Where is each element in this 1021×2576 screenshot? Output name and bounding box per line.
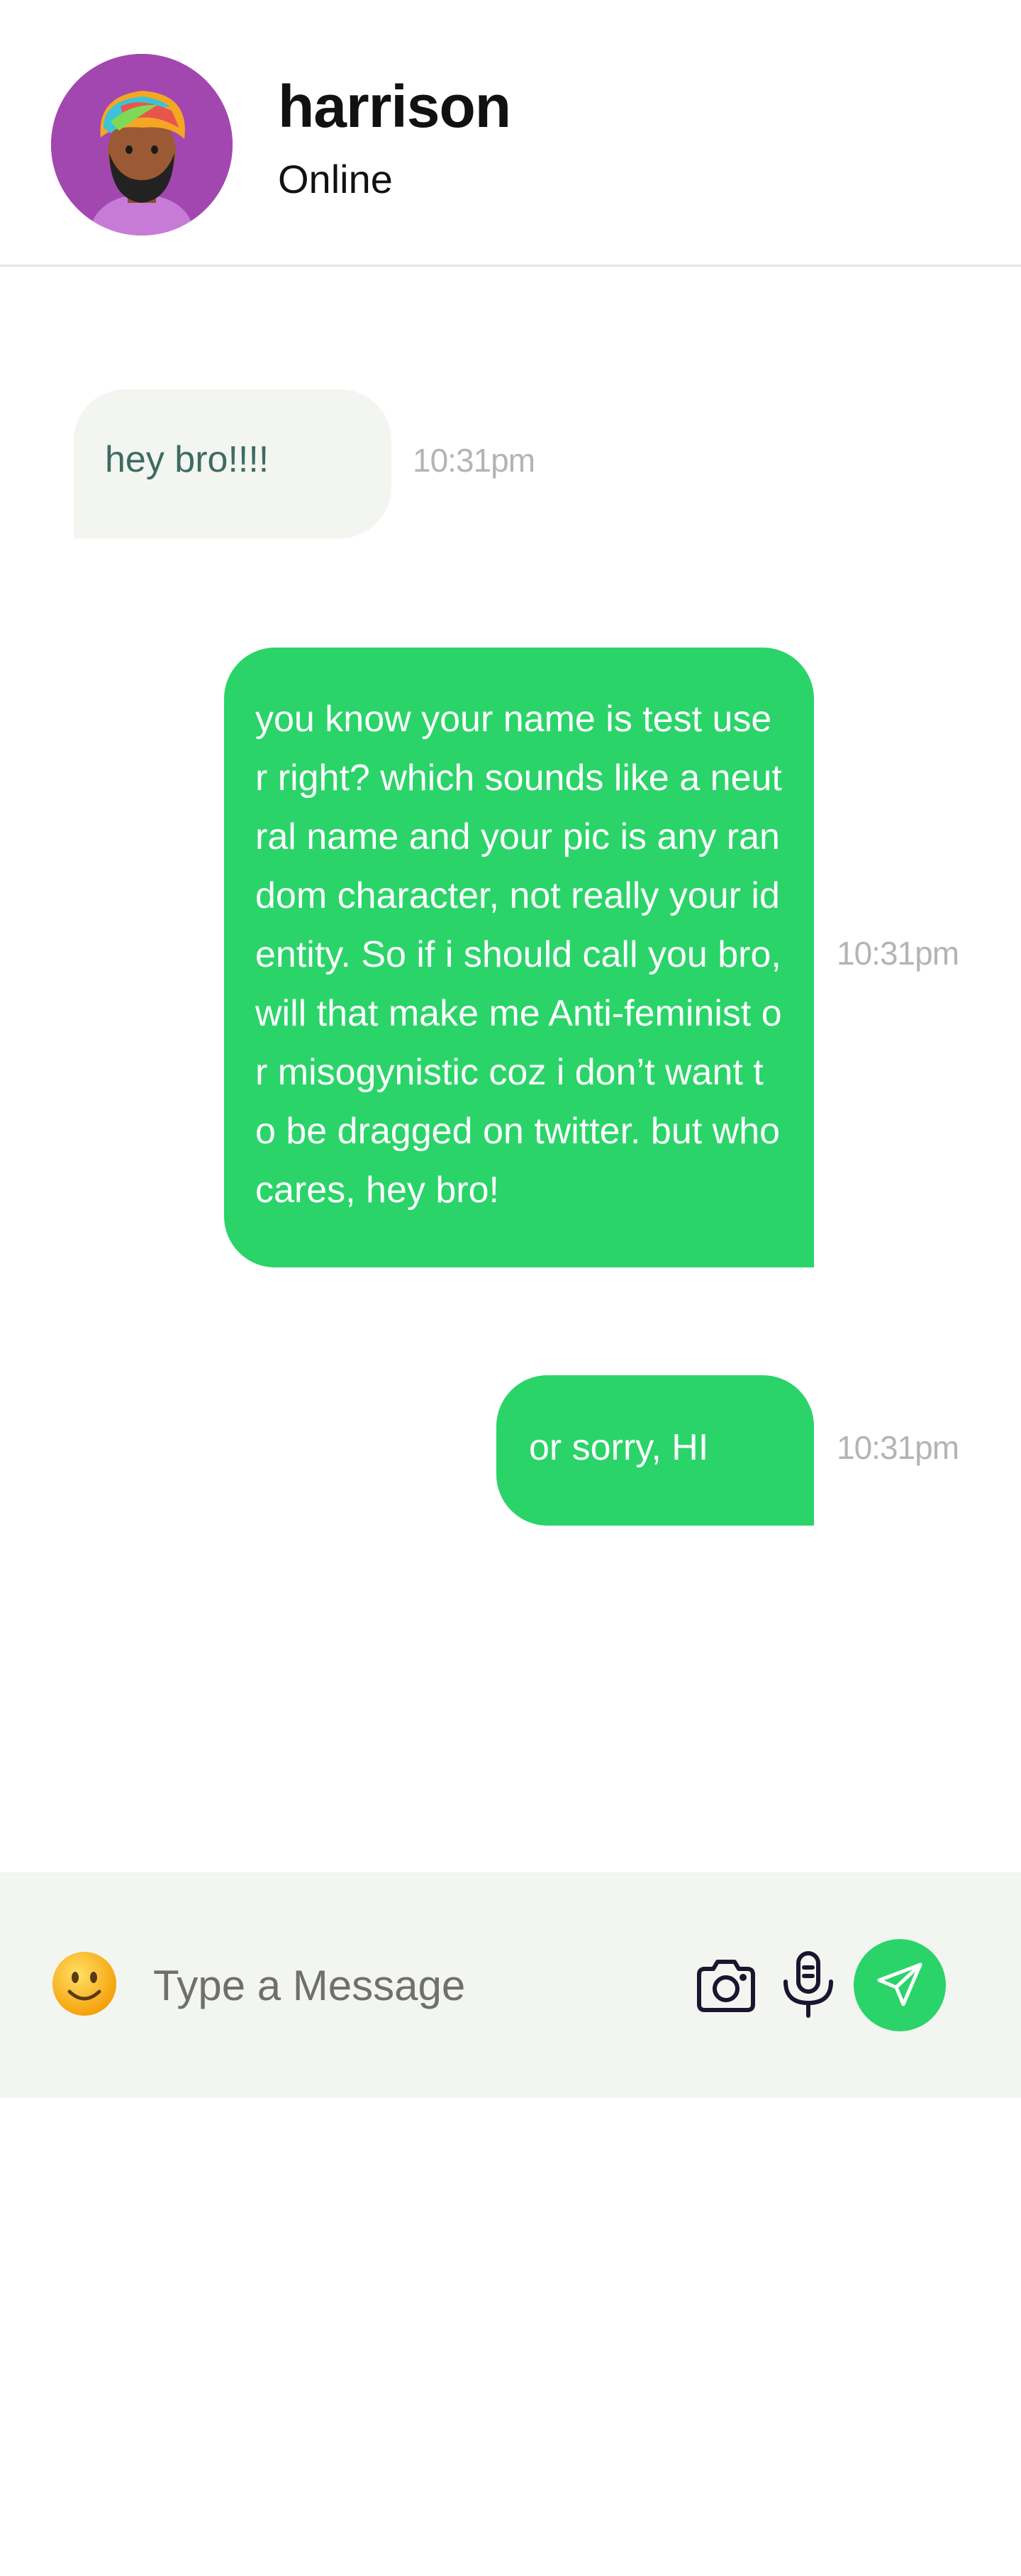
contact-name: harrison bbox=[278, 73, 511, 140]
avatar-turban-icon bbox=[51, 54, 233, 235]
message-timestamp: 10:31pm bbox=[837, 935, 959, 972]
chat-header: harrison Online bbox=[0, 0, 1021, 267]
message-timestamp: 10:31pm bbox=[413, 442, 535, 479]
message-input[interactable] bbox=[152, 1943, 662, 2027]
message-composer bbox=[0, 1872, 1021, 2098]
microphone-icon[interactable] bbox=[780, 1949, 837, 2020]
avatar[interactable] bbox=[51, 54, 233, 235]
camera-icon[interactable] bbox=[692, 1952, 760, 2020]
send-icon bbox=[877, 1962, 922, 2006]
message-list[interactable]: hey bro!!!! 10:31pm you know your name i… bbox=[0, 269, 1021, 1872]
contact-status: Online bbox=[278, 157, 393, 201]
outgoing-message-bubble: you know your name is test user right? w… bbox=[224, 648, 814, 1267]
outgoing-message-bubble: or sorry, HI bbox=[496, 1375, 814, 1526]
send-button[interactable] bbox=[854, 1939, 946, 2031]
incoming-message-bubble: hey bro!!!! bbox=[74, 389, 391, 538]
message-timestamp: 10:31pm bbox=[837, 1429, 959, 1466]
smiley-emoji-icon[interactable] bbox=[51, 1950, 118, 2017]
